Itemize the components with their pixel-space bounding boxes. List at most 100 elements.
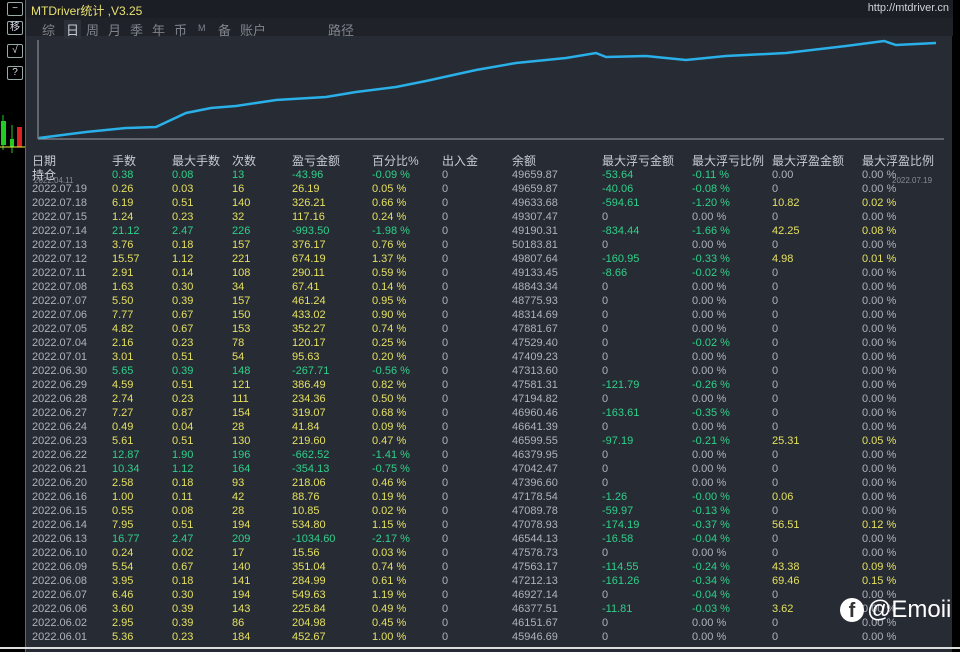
table-row[interactable]: 2022.06.08 3.95 0.18 141 284.99 0.61 % 0 47212.… (26, 574, 953, 588)
cell: 3.60 (112, 603, 134, 615)
column-header[interactable]: 次数 (232, 154, 256, 168)
cell: 0.51 (172, 379, 194, 391)
cell: 47194.82 (512, 393, 558, 405)
cell: 0 (442, 169, 449, 181)
cell: 0.00 % (862, 183, 897, 195)
column-header[interactable]: 最大浮亏比例 (692, 154, 764, 168)
cell: 4.98 (772, 253, 794, 265)
cell: 0 (772, 421, 779, 433)
cell: 153 (232, 323, 251, 335)
table-row[interactable]: 2022.06.02 2.95 0.39 86 204.98 0.45 % 0 46151.6… (26, 616, 953, 630)
minimize-button[interactable]: − (7, 2, 23, 16)
table-row[interactable]: 2022.07.01 3.01 0.51 54 95.63 0.20 % 0 47409.23… (26, 350, 953, 364)
cell: 0.15 % (862, 575, 897, 587)
cell: 46544.13 (512, 533, 558, 545)
cell: 0.00 % (862, 631, 897, 643)
cell: 2022.06.02 (32, 617, 88, 629)
cell: 0.00 % (692, 631, 727, 643)
cell: 0.09 % (372, 421, 407, 433)
table-row[interactable]: 2022.07.13 3.76 0.18 157 376.17 0.76 % 0 50183.… (26, 238, 953, 252)
table-row[interactable]: 2022.07.14 21.12 2.47 226 -993.50 -1.98 % 0 491… (26, 224, 953, 238)
cell: 0.51 (172, 351, 194, 363)
column-header[interactable]: 最大浮盈金额 (772, 154, 844, 168)
table-row[interactable]: 2022.06.15 0.55 0.08 28 10.85 0.02 % 0 47089.78… (26, 504, 953, 518)
column-header[interactable]: 出入金 (442, 154, 478, 168)
table-row[interactable]: 2022.06.10 0.24 0.02 17 15.56 0.03 % 0 47578.73… (26, 546, 953, 560)
table-row[interactable]: 2022.07.07 5.50 0.39 157 461.24 0.95 % 0 48775.… (26, 294, 953, 308)
help-button[interactable]: ? (7, 66, 23, 80)
cell: 7.95 (112, 519, 134, 531)
move-button[interactable]: 移 (7, 21, 23, 35)
cell: 452.67 (292, 631, 326, 643)
cell: 0.38 (112, 169, 134, 181)
table-row[interactable]: 2022.06.28 2.74 0.23 111 234.36 0.50 % 0 47194.… (26, 392, 953, 406)
cell: 46377.51 (512, 603, 558, 615)
equity-line (38, 39, 937, 140)
column-header[interactable]: 最大浮亏金额 (602, 154, 674, 168)
cell: 0.00 % (862, 211, 897, 223)
table-row[interactable]: 2022.07.12 15.57 1.12 221 674.19 1.37 % 0 49807… (26, 252, 953, 266)
cell: 534.80 (292, 519, 326, 531)
table-row[interactable]: 2022.06.21 10.34 1.12 164 -354.13 -0.75 % 0 470… (26, 462, 953, 476)
table-row[interactable]: 2022.06.24 0.49 0.04 28 41.84 0.09 % 0 46641.39… (26, 420, 953, 434)
table-row[interactable]: 2022.06.16 1.00 0.11 42 88.76 0.19 % 0 47178.54… (26, 490, 953, 504)
cell: -0.00 % (692, 491, 730, 503)
cell: -0.08 % (692, 183, 730, 195)
cell: 0 (442, 449, 449, 461)
cell: 2.47 (172, 533, 194, 545)
column-header[interactable]: 最大手数 (172, 154, 220, 168)
table-row[interactable]: 2022.07.06 7.77 0.67 150 433.02 0.90 % 0 48314.… (26, 308, 953, 322)
table-row[interactable]: 2022.07.05 4.82 0.67 153 352.27 0.74 % 0 47881.… (26, 322, 953, 336)
cell: -2.17 % (372, 533, 410, 545)
column-header[interactable]: 百分比% (372, 154, 419, 168)
cell: 2022.07.01 (32, 351, 88, 363)
cell: 0.08 (172, 505, 194, 517)
table-row[interactable]: 2022.06.13 16.77 2.47 209 -1034.60 -2.17 % 0 46… (26, 532, 953, 546)
website-link[interactable]: http://mtdriver.cn (868, 2, 949, 14)
check-button[interactable]: √ (7, 44, 23, 58)
table-row[interactable]: 2022.06.01 5.36 0.23 184 452.67 1.00 % 0 45946.… (26, 630, 953, 644)
table-row[interactable]: 2022.07.19 0.26 0.03 16 26.19 0.05 % 0 49659.87… (26, 182, 953, 196)
cell: 140 (232, 561, 251, 573)
table-row[interactable]: 2022.07.08 1.63 0.30 34 67.41 0.14 % 0 48843.34… (26, 280, 953, 294)
table-row[interactable]: 2022.06.22 12.87 1.90 196 -662.52 -1.41 % 0 463… (26, 448, 953, 462)
cell: 0 (772, 295, 779, 307)
cell: 0.08 (172, 169, 194, 181)
table-row[interactable]: 2022.06.09 5.54 0.67 140 351.04 0.74 % 0 47563.… (26, 560, 953, 574)
cell: -1.66 % (692, 225, 730, 237)
table-row[interactable]: 2022.06.30 5.65 0.39 148 -267.71 -0.56 % 0 4731… (26, 364, 953, 378)
table-row[interactable]: 2022.06.07 6.46 0.30 194 549.63 1.19 % 0 46927.… (26, 588, 953, 602)
cell: 0 (442, 365, 449, 377)
cell: 0.18 (172, 239, 194, 251)
cell: 2.16 (112, 337, 134, 349)
table-row[interactable]: 2022.07.15 1.24 0.23 32 117.16 0.24 % 0 49307.4… (26, 210, 953, 224)
table-row[interactable]: 2022.06.27 7.27 0.87 154 319.07 0.68 % 0 46960.… (26, 406, 953, 420)
table-row[interactable]: 2022.06.29 4.59 0.51 121 386.49 0.82 % 0 47581.… (26, 378, 953, 392)
cell: -0.35 % (692, 407, 730, 419)
table-row[interactable]: 持仓 0.38 0.08 13 -43.96 -0.09 % 0 49659.87 -53.64… (26, 168, 953, 182)
table-row[interactable]: 2022.07.04 2.16 0.23 78 120.17 0.25 % 0 47529.4… (26, 336, 953, 350)
table-row[interactable]: 2022.06.06 3.60 0.39 143 225.84 0.49 % 0 46377.… (26, 602, 953, 616)
cell: 16.77 (112, 533, 140, 545)
table-row[interactable]: 2022.06.23 5.61 0.51 130 219.60 0.47 % 0 46599.… (26, 434, 953, 448)
cell: 67.41 (292, 281, 320, 293)
cell: 0 (442, 281, 449, 293)
column-header[interactable]: 手数 (112, 154, 136, 168)
cell: 0 (772, 449, 779, 461)
cell: 0 (442, 239, 449, 251)
cell: 43.38 (772, 561, 800, 573)
cell: 0.23 (172, 393, 194, 405)
tab-7[interactable]: M (198, 23, 206, 33)
column-header[interactable]: 盈亏金额 (292, 154, 340, 168)
column-header[interactable]: 最大浮盈比例 (862, 154, 934, 168)
cell: 0.23 (172, 337, 194, 349)
cell: 46151.67 (512, 617, 558, 629)
table-row[interactable]: 2022.06.14 7.95 0.51 194 534.80 1.15 % 0 47078.… (26, 518, 953, 532)
table-row[interactable]: 2022.06.20 2.58 0.18 93 218.06 0.46 % 0 47396.6… (26, 476, 953, 490)
cell: -0.03 % (692, 603, 730, 615)
column-header[interactable]: 日期 (32, 154, 56, 168)
column-header[interactable]: 余额 (512, 154, 536, 168)
cell: 0.00 % (862, 393, 897, 405)
table-row[interactable]: 2022.07.18 6.19 0.51 140 326.21 0.66 % 0 49633.… (26, 196, 953, 210)
table-row[interactable]: 2022.07.11 2.91 0.14 108 290.11 0.59 % 0 49133.… (26, 266, 953, 280)
